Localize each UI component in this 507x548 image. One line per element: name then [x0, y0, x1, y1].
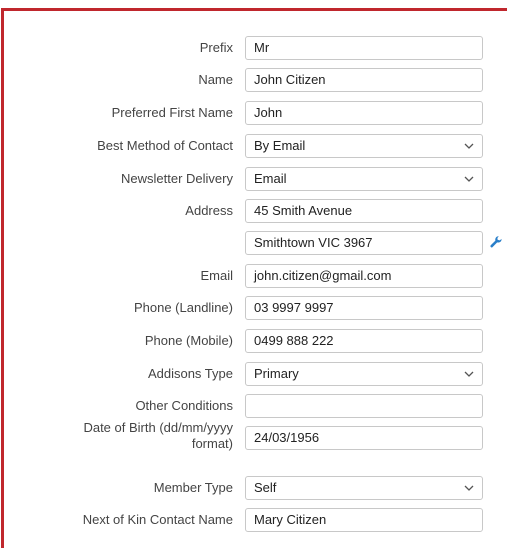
addisons-type-select[interactable]: Primary — [245, 362, 483, 386]
member-type-select[interactable]: Self — [245, 476, 483, 500]
email-label: Email — [200, 268, 233, 283]
name-label: Name — [198, 72, 233, 87]
address-label: Address — [185, 203, 233, 218]
best-method-of-contact-label: Best Method of Contact — [97, 138, 233, 153]
address-line2-input[interactable]: Smithtown VIC 3967 — [245, 231, 483, 255]
newsletter-delivery-label: Newsletter Delivery — [121, 171, 233, 186]
chevron-down-icon — [464, 143, 474, 149]
best-method-of-contact-row: Best Method of Contact By Email — [0, 134, 507, 162]
newsletter-delivery-row: Newsletter Delivery Email — [0, 167, 507, 195]
member-type-row: Member Type Self — [0, 476, 507, 504]
address-line1-input[interactable]: 45 Smith Avenue — [245, 199, 483, 223]
address-line2-row: Smithtown VIC 3967 — [0, 231, 507, 259]
phone-landline-label: Phone (Landline) — [133, 300, 233, 315]
date-of-birth-label-line2: format) — [191, 436, 233, 451]
phone-mobile-row: Phone (Mobile) 0499 888 222 — [0, 329, 507, 357]
wrench-icon[interactable] — [489, 235, 503, 249]
chevron-down-icon — [464, 176, 474, 182]
next-of-kin-contact-name-input[interactable]: Mary Citizen — [245, 508, 483, 532]
prefix-label: Prefix — [199, 40, 233, 55]
member-type-value: Self — [254, 480, 277, 495]
date-of-birth-row: Date of Birth (dd/mm/yyyy format) 24/03/… — [0, 420, 507, 454]
newsletter-delivery-value: Email — [254, 171, 287, 186]
addisons-type-value: Primary — [254, 366, 299, 381]
email-row: Email john.citizen@gmail.com — [0, 264, 507, 292]
other-conditions-label: Other Conditions — [135, 398, 233, 413]
other-conditions-input[interactable] — [245, 394, 483, 418]
phone-landline-row: Phone (Landline) 03 9997 9997 — [0, 296, 507, 324]
phone-landline-input[interactable]: 03 9997 9997 — [245, 296, 483, 320]
addisons-type-row: Addisons Type Primary — [0, 362, 507, 390]
date-of-birth-label: Date of Birth (dd/mm/yyyy format) — [83, 420, 233, 451]
phone-mobile-label: Phone (Mobile) — [144, 333, 233, 348]
newsletter-delivery-select[interactable]: Email — [245, 167, 483, 191]
name-input[interactable]: John Citizen — [245, 68, 483, 92]
preferred-first-name-input[interactable]: John — [245, 101, 483, 125]
date-of-birth-input[interactable]: 24/03/1956 — [245, 426, 483, 450]
preferred-first-name-label: Preferred First Name — [111, 105, 233, 120]
date-of-birth-label-line1: Date of Birth (dd/mm/yyyy — [83, 420, 233, 435]
preferred-first-name-row: Preferred First Name John — [0, 101, 507, 129]
best-method-of-contact-select[interactable]: By Email — [245, 134, 483, 158]
best-method-of-contact-value: By Email — [254, 138, 306, 153]
next-of-kin-contact-name-row: Next of Kin Contact Name Mary Citizen — [0, 508, 507, 536]
email-input[interactable]: john.citizen@gmail.com — [245, 264, 483, 288]
chevron-down-icon — [464, 485, 474, 491]
chevron-down-icon — [464, 371, 474, 377]
addisons-type-label: Addisons Type — [147, 366, 233, 381]
name-row: Name John Citizen — [0, 68, 507, 96]
address-row: Address 45 Smith Avenue — [0, 199, 507, 227]
other-conditions-row: Other Conditions — [0, 394, 507, 422]
prefix-row: Prefix Mr — [0, 36, 507, 64]
member-type-label: Member Type — [153, 480, 233, 495]
phone-mobile-input[interactable]: 0499 888 222 — [245, 329, 483, 353]
next-of-kin-contact-name-label: Next of Kin Contact Name — [82, 512, 233, 527]
prefix-input[interactable]: Mr — [245, 36, 483, 60]
